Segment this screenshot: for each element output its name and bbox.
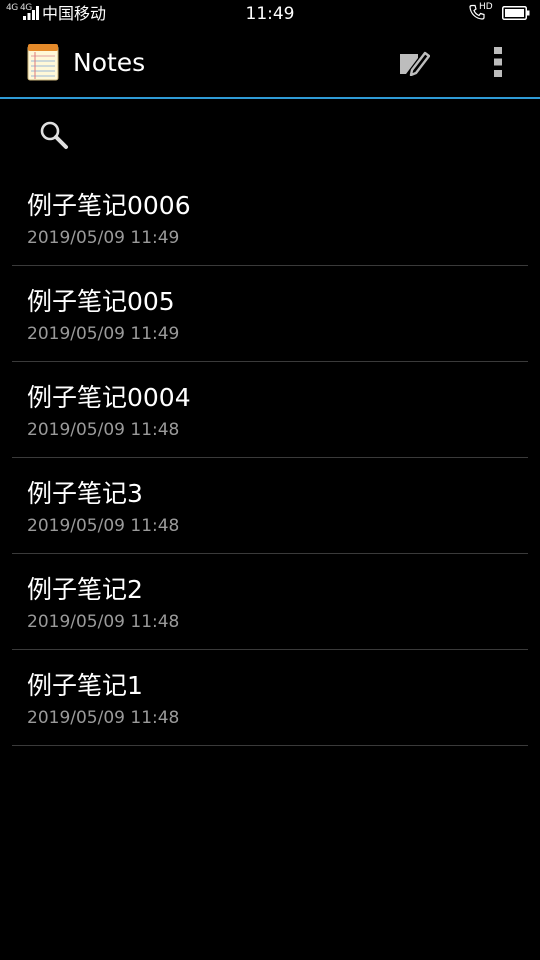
note-date: 2019/05/09 11:48 bbox=[27, 612, 180, 632]
notes-list: 例子笔记0006 2019/05/09 11:49 例子笔记005 2019/0… bbox=[12, 170, 528, 746]
status-time: 11:49 bbox=[245, 4, 295, 24]
notepad-icon bbox=[27, 44, 59, 81]
note-title: 例子笔记0004 bbox=[27, 383, 191, 412]
note-item[interactable]: 例子笔记005 2019/05/09 11:49 bbox=[12, 266, 528, 362]
note-item[interactable]: 例子笔记0004 2019/05/09 11:48 bbox=[12, 362, 528, 458]
note-date: 2019/05/09 11:48 bbox=[27, 420, 180, 440]
search-icon bbox=[40, 121, 68, 149]
note-title: 例子笔记005 bbox=[27, 287, 175, 316]
note-item[interactable]: 例子笔记1 2019/05/09 11:48 bbox=[12, 650, 528, 746]
note-date: 2019/05/09 11:49 bbox=[27, 228, 180, 248]
hd-voice-label: HD bbox=[479, 2, 493, 12]
note-title: 例子笔记3 bbox=[27, 479, 143, 508]
battery-icon bbox=[502, 6, 530, 20]
new-note-button[interactable] bbox=[394, 42, 434, 82]
app-title: Notes bbox=[73, 48, 146, 77]
note-date: 2019/05/09 11:48 bbox=[27, 516, 180, 536]
note-item[interactable]: 例子笔记0006 2019/05/09 11:49 bbox=[12, 170, 528, 266]
note-date: 2019/05/09 11:49 bbox=[27, 324, 180, 344]
status-bar: 4G 4G 中国移动 11:49 HD bbox=[0, 0, 540, 28]
note-item[interactable]: 例子笔记2 2019/05/09 11:48 bbox=[12, 554, 528, 650]
compose-icon bbox=[400, 51, 430, 76]
note-title: 例子笔记2 bbox=[27, 575, 143, 604]
overflow-menu-button[interactable] bbox=[478, 42, 518, 82]
note-item[interactable]: 例子笔记3 2019/05/09 11:48 bbox=[12, 458, 528, 554]
action-bar-divider bbox=[0, 97, 540, 99]
note-date: 2019/05/09 11:48 bbox=[27, 708, 180, 728]
action-bar: Notes bbox=[0, 28, 540, 97]
search-button[interactable] bbox=[32, 115, 76, 155]
more-vertical-icon bbox=[494, 47, 502, 77]
note-title: 例子笔记1 bbox=[27, 671, 143, 700]
note-title: 例子笔记0006 bbox=[27, 191, 191, 220]
